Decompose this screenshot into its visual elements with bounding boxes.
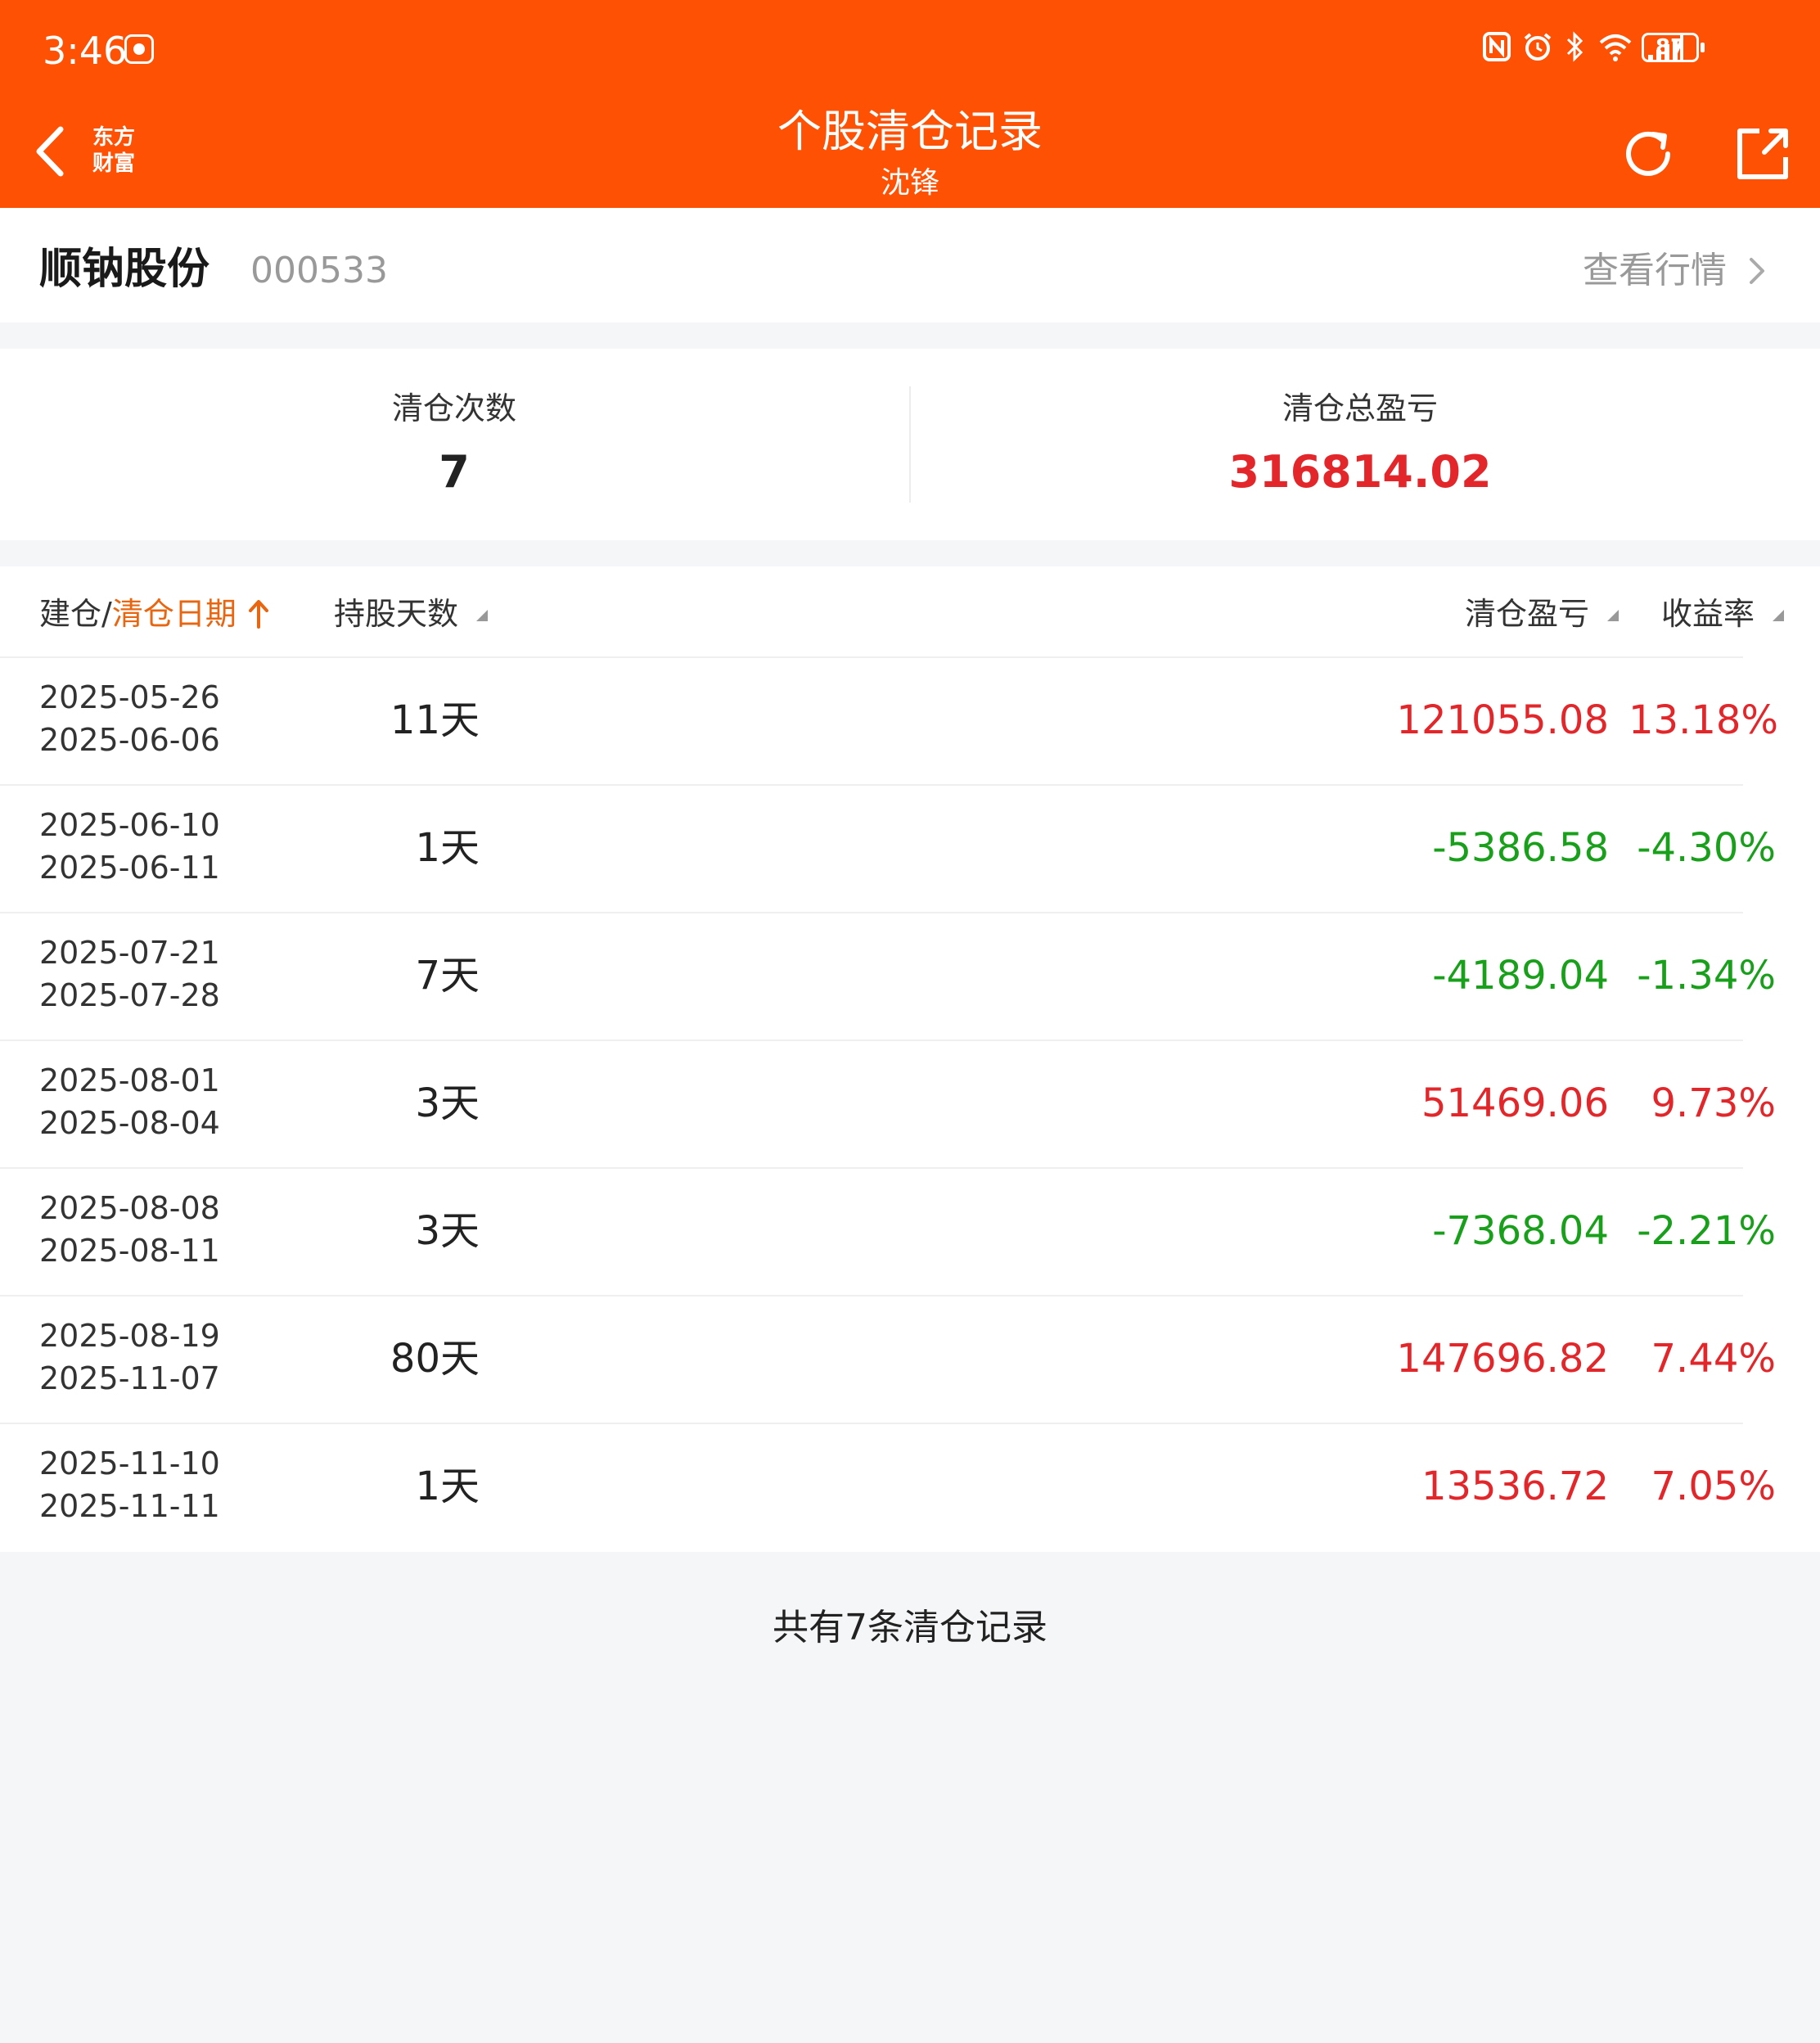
total-pnl-value: 316814.02 <box>1228 446 1492 498</box>
row-divider <box>0 1167 1743 1169</box>
clearance-pnl: 13536.72 <box>1421 1463 1609 1509</box>
holding-days: 3天 <box>415 1080 480 1126</box>
row-divider <box>0 912 1743 913</box>
date-cell: 2025-08-19 2025-11-07 <box>39 1315 220 1400</box>
return-rate: 13.18% <box>1629 697 1779 743</box>
close-date: 2025-06-06 <box>39 722 220 758</box>
total-pnl-label: 清仓总盈亏 <box>1282 390 1438 426</box>
close-date: 2025-08-04 <box>39 1105 220 1141</box>
open-date: 2025-11-10 <box>39 1445 220 1482</box>
app-header: 3:46 87 东方 财富 个股清仓记录 沈锋 <box>0 0 1820 208</box>
clearance-pnl: 121055.08 <box>1396 697 1609 743</box>
holding-days: 1天 <box>415 1463 480 1509</box>
date-cell: 2025-06-10 2025-06-11 <box>39 804 220 889</box>
clear-count-label: 清仓次数 <box>391 390 516 426</box>
row-divider <box>0 1423 1743 1424</box>
sort-date-header[interactable]: 建仓/ 清仓日期 <box>39 591 269 637</box>
view-quote-label: 查看行情 <box>1583 250 1727 291</box>
holding-days: 11天 <box>390 697 480 743</box>
return-rate: 7.44% <box>1651 1336 1776 1382</box>
clear-count-block: 清仓次数 7 <box>0 388 908 503</box>
return-rate: 9.73% <box>1651 1080 1776 1126</box>
open-date: 2025-05-26 <box>39 679 220 715</box>
row-divider <box>0 1295 1743 1297</box>
row-divider <box>0 784 1743 786</box>
bluetooth-icon <box>1566 31 1583 62</box>
app-notification-icon <box>124 34 154 64</box>
open-date: 2025-06-10 <box>39 807 220 843</box>
date-cell: 2025-08-08 2025-08-11 <box>39 1187 220 1272</box>
nfc-icon <box>1483 32 1511 61</box>
date-cell: 2025-05-26 2025-06-06 <box>39 676 220 761</box>
return-rate: -4.30% <box>1637 825 1776 871</box>
holding-days: 3天 <box>415 1208 480 1254</box>
clearance-pnl: -7368.04 <box>1432 1208 1609 1254</box>
close-date: 2025-08-11 <box>39 1233 220 1269</box>
open-date: 2025-08-08 <box>39 1190 220 1226</box>
page-subtitle: 沈锋 <box>880 166 939 200</box>
status-time: 3:46 <box>43 29 128 73</box>
wifi-icon <box>1599 34 1632 61</box>
page-title: 个股清仓记录 <box>777 106 1043 157</box>
open-date: 2025-07-21 <box>39 935 220 971</box>
holding-days: 80天 <box>390 1336 480 1382</box>
sort-asc-arrow-icon <box>248 600 268 629</box>
holding-days: 1天 <box>415 825 480 871</box>
clearance-pnl: 51469.06 <box>1421 1080 1609 1126</box>
stock-info-bar: 顺钠股份 000533 查看行情 <box>0 208 1820 322</box>
clearance-pnl: -5386.58 <box>1432 825 1609 871</box>
date-cell: 2025-07-21 2025-07-28 <box>39 931 220 1017</box>
table-row[interactable]: 2025-08-08 2025-08-11 3天 -7368.04 -2.21% <box>0 1167 1820 1295</box>
summary-panel: 清仓次数 7 清仓总盈亏 316814.02 <box>0 349 1820 540</box>
sort-pnl-header[interactable]: 清仓盈亏 <box>1465 591 1624 637</box>
return-rate: -1.34% <box>1637 953 1776 999</box>
pnl-header-label: 清仓盈亏 <box>1465 596 1590 632</box>
date-cell: 2025-08-01 2025-08-04 <box>39 1059 220 1144</box>
row-divider <box>0 656 1743 658</box>
alarm-icon <box>1524 33 1552 61</box>
open-date: 2025-08-19 <box>39 1318 220 1354</box>
table-row[interactable]: 2025-08-19 2025-11-07 80天 147696.82 7.44% <box>0 1295 1820 1423</box>
chevron-right-icon <box>1750 258 1764 284</box>
return-rate: -2.21% <box>1637 1208 1776 1254</box>
close-date: 2025-11-07 <box>39 1360 220 1396</box>
date-header-prefix: 建仓/ <box>39 596 112 632</box>
battery-icon: 87 <box>1642 33 1705 62</box>
table-row[interactable]: 2025-08-01 2025-08-04 3天 51469.06 9.73% <box>0 1040 1820 1167</box>
sort-rate-header[interactable]: 收益率 <box>1661 591 1789 637</box>
close-date: 2025-07-28 <box>39 977 220 1013</box>
clearance-pnl: -4189.04 <box>1432 953 1609 999</box>
refresh-button[interactable] <box>1617 123 1679 185</box>
record-count-note: 共有7条清仓记录 <box>773 1607 1047 1648</box>
open-date: 2025-08-01 <box>39 1062 220 1098</box>
return-rate: 7.05% <box>1651 1463 1776 1509</box>
total-pnl-block: 清仓总盈亏 316814.02 <box>910 388 1810 503</box>
clear-count-value: 7 <box>439 446 470 498</box>
close-date: 2025-11-11 <box>39 1488 220 1524</box>
sort-triangle-icon <box>1607 610 1620 621</box>
table-row[interactable]: 2025-07-21 2025-07-28 7天 -4189.04 -1.34% <box>0 912 1820 1040</box>
table-row[interactable]: 2025-11-10 2025-11-11 1天 13536.72 7.05% <box>0 1423 1820 1550</box>
days-header-label: 持股天数 <box>334 596 459 632</box>
close-date: 2025-06-11 <box>39 850 220 886</box>
holding-days: 7天 <box>415 953 480 999</box>
clearance-table: 建仓/ 清仓日期 持股天数 清仓盈亏 收益率 2025-05-26 2025-06… <box>0 566 1820 1552</box>
table-header: 建仓/ 清仓日期 持股天数 清仓盈亏 收益率 <box>0 566 1820 656</box>
sort-days-header[interactable]: 持股天数 <box>334 591 493 637</box>
clearance-pnl: 147696.82 <box>1396 1336 1609 1382</box>
stock-name: 顺钠股份 <box>39 245 210 294</box>
rate-header-label: 收益率 <box>1661 596 1755 632</box>
table-row[interactable]: 2025-05-26 2025-06-06 11天 121055.08 13.18% <box>0 656 1820 784</box>
sort-triangle-icon <box>1773 610 1785 621</box>
share-button[interactable] <box>1732 123 1794 185</box>
date-header-active: 清仓日期 <box>111 596 237 632</box>
row-divider <box>0 1040 1743 1041</box>
sort-triangle-icon <box>476 610 489 621</box>
stock-code: 000533 <box>250 250 388 291</box>
table-row[interactable]: 2025-06-10 2025-06-11 1天 -5386.58 -4.30% <box>0 784 1820 912</box>
refresh-icon <box>1626 131 1670 176</box>
share-icon <box>1737 129 1788 179</box>
date-cell: 2025-11-10 2025-11-11 <box>39 1442 220 1527</box>
view-quote-link[interactable]: 查看行情 <box>1583 244 1766 298</box>
